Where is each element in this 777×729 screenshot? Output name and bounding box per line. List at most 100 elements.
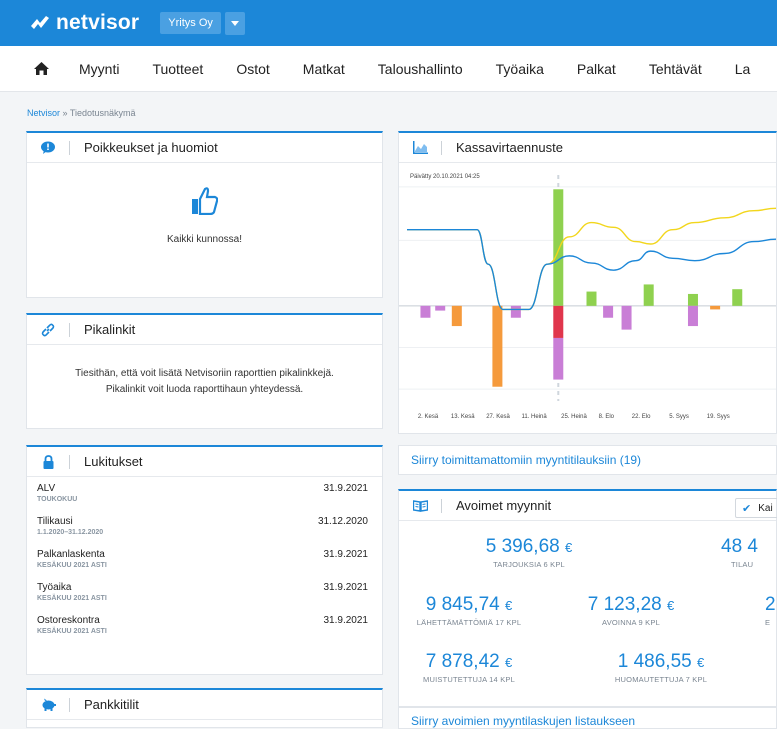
sales-tile-orders[interactable]: 48 4 TILAU [721, 536, 777, 569]
amount-label: MUISTUTETTUJA 14 KPL [423, 675, 515, 684]
piggy-bank-icon [27, 698, 69, 711]
open-sales-header: Avoimet myynnit ✔ Kai [399, 491, 777, 521]
amount-value: 48 4 [721, 536, 758, 557]
chart-bar[interactable] [732, 289, 743, 306]
lock-period: 1.1.2020–31.12.2020 [37, 529, 104, 536]
sales-filter-toggle[interactable]: ✔ Kai [735, 498, 777, 518]
chart-bar[interactable] [586, 291, 597, 306]
chart-bar[interactable] [643, 284, 654, 306]
sales-tile-reminded[interactable]: 7 878,42 € MUISTUTETTUJA 14 KPL [399, 651, 539, 684]
home-button[interactable] [34, 62, 49, 75]
chart-bar[interactable] [510, 305, 521, 318]
lock-row[interactable]: Ostoreskontra KESÄKUU 2021 ASTI 31.9.2021 [27, 609, 382, 642]
header-divider [69, 697, 70, 712]
menu-tehtavat[interactable]: Tehtävät [649, 61, 702, 77]
header-divider [441, 140, 442, 155]
amount-label: LÄHETTÄMÄTTÖMIÄ 17 KPL [416, 618, 522, 627]
lock-date: 31.9.2021 [323, 615, 369, 626]
undelivered-orders-link[interactable]: Siirry toimittamattomiin myyntitilauksii… [398, 445, 777, 475]
company-selector[interactable]: Yritys Oy [160, 12, 221, 34]
sales-tile-open[interactable]: 7 123,28 € AVOINNA 9 KPL [571, 594, 691, 627]
lock-name: Palkanlaskenta [37, 549, 105, 560]
main-menu: Myynti Tuotteet Ostot Matkat Taloushalli… [0, 46, 777, 92]
cashflow-panel: Kassavirtaennuste Päivätty 20.10.2021 04… [398, 131, 777, 434]
quicklinks-info-line2: Pikalinkit voit luoda raporttihaun yhtey… [105, 384, 304, 395]
chart-bar[interactable] [621, 305, 632, 330]
bank-panel: Pankkitilit [26, 688, 383, 728]
lock-date: 31.9.2021 [323, 483, 369, 494]
exceptions-header: Poikkeukset ja huomiot [27, 133, 382, 163]
thumbs-up-icon [191, 187, 218, 216]
chart-bar[interactable] [492, 305, 503, 387]
chart-bar[interactable] [553, 337, 564, 380]
chart-bar[interactable] [687, 293, 698, 306]
locks-panel: Lukitukset ALV TOUKOKUU 31.9.2021 Tilikau… [26, 445, 383, 675]
amount-value: 5 396,68 [485, 536, 560, 557]
menu-tyoaika[interactable]: Työaika [496, 61, 544, 77]
amount-value: 7 123,28 [587, 594, 662, 615]
lock-row[interactable]: ALV TOUKOKUU 31.9.2021 [27, 477, 382, 510]
company-dropdown-button[interactable] [224, 11, 245, 35]
menu-la[interactable]: La [735, 61, 751, 77]
header-divider [69, 140, 70, 155]
exceptions-title: Poikkeukset ja huomiot [84, 140, 218, 155]
sales-tile-unsent[interactable]: 9 845,74 € LÄHETTÄMÄTTÖMIÄ 17 KPL [389, 594, 549, 627]
chart-bar[interactable] [553, 305, 564, 338]
chart-bar[interactable] [710, 305, 721, 310]
chart-bar[interactable] [687, 305, 698, 327]
currency-symbol: € [505, 655, 513, 670]
quicklinks-title: Pikalinkit [84, 322, 136, 337]
logo-mark-icon [31, 16, 49, 29]
cashflow-chart[interactable] [399, 163, 776, 403]
open-invoices-link[interactable]: Siirry avoimien myyntilaskujen listaukse… [398, 707, 777, 729]
chevron-down-icon [230, 20, 239, 26]
currency-symbol: € [505, 598, 513, 613]
chart-x-tick-label: 5. Syys [669, 414, 689, 420]
menu-ostot[interactable]: Ostot [236, 61, 269, 77]
chart-x-tick-label: 11. Heinä [521, 414, 547, 420]
lock-name: ALV [37, 483, 56, 494]
menu-palkat[interactable]: Palkat [577, 61, 616, 77]
menu-tuotteet[interactable]: Tuotteet [152, 61, 203, 77]
chart-x-tick-label: 13. Kesä [450, 414, 475, 420]
lock-row[interactable]: Palkanlaskenta KESÄKUU 2021 ASTI 31.9.202… [27, 543, 382, 576]
cashflow-title: Kassavirtaennuste [456, 140, 563, 155]
chart-x-tick-label: 27. Kesä [486, 414, 510, 420]
chart-bar[interactable] [420, 305, 431, 318]
amount-value: 9 845,74 [425, 594, 500, 615]
chart-x-tick-label: 25. Heinä [561, 414, 587, 420]
lock-period: KESÄKUU 2021 ASTI [37, 628, 107, 635]
chart-bar[interactable] [553, 189, 564, 306]
chart-bar[interactable] [451, 305, 462, 327]
home-icon [34, 62, 49, 75]
sales-tile-overdue[interactable]: 2 E [765, 594, 777, 627]
lock-row[interactable]: Työaika KESÄKUU 2021 ASTI 31.9.2021 [27, 576, 382, 609]
sales-tile-notified[interactable]: 1 486,55 € HUOMAUTETTUJA 7 KPL [591, 651, 731, 684]
exclamation-bubble-icon [27, 141, 69, 154]
top-bar: netvisor Yritys Oy [0, 0, 777, 46]
menu-myynti[interactable]: Myynti [79, 61, 119, 77]
breadcrumb-root[interactable]: Netvisor [27, 108, 60, 118]
currency-symbol: € [565, 540, 573, 555]
chart-x-tick-label: 2. Kesä [417, 414, 439, 420]
lock-row[interactable]: Tilikausi 1.1.2020–31.12.2020 31.12.2020 [27, 510, 382, 543]
chart-bar[interactable] [435, 305, 446, 311]
link-icon [27, 323, 69, 337]
lock-period: KESÄKUU 2021 ASTI [37, 562, 107, 569]
sales-tile-quotes[interactable]: 5 396,68 € TARJOUKSIA 6 KPL [449, 536, 609, 569]
lock-date: 31.9.2021 [323, 582, 369, 593]
breadcrumb: Netvisor » Tiedotusnäkymä [27, 108, 136, 118]
breadcrumb-separator: » [60, 108, 70, 118]
header-divider [441, 498, 442, 513]
menu-matkat[interactable]: Matkat [303, 61, 345, 77]
all-ok-message: Kaikki kunnossa! [166, 234, 243, 245]
cashflow-chart-area: Päivätty 20.10.2021 04:25 2. Kesä 13. Kes… [399, 163, 776, 433]
lock-date: 31.12.2020 [317, 516, 368, 527]
lock-period: KESÄKUU 2021 ASTI [37, 595, 107, 602]
chart-bar[interactable] [603, 305, 614, 318]
amount-value: 2 [765, 594, 776, 615]
amount-label: HUOMAUTETTUJA 7 KPL [614, 675, 708, 684]
lock-name: Tilikausi [37, 516, 73, 527]
menu-taloushallinto[interactable]: Taloushallinto [378, 61, 463, 77]
netvisor-logo[interactable]: netvisor [30, 11, 139, 35]
